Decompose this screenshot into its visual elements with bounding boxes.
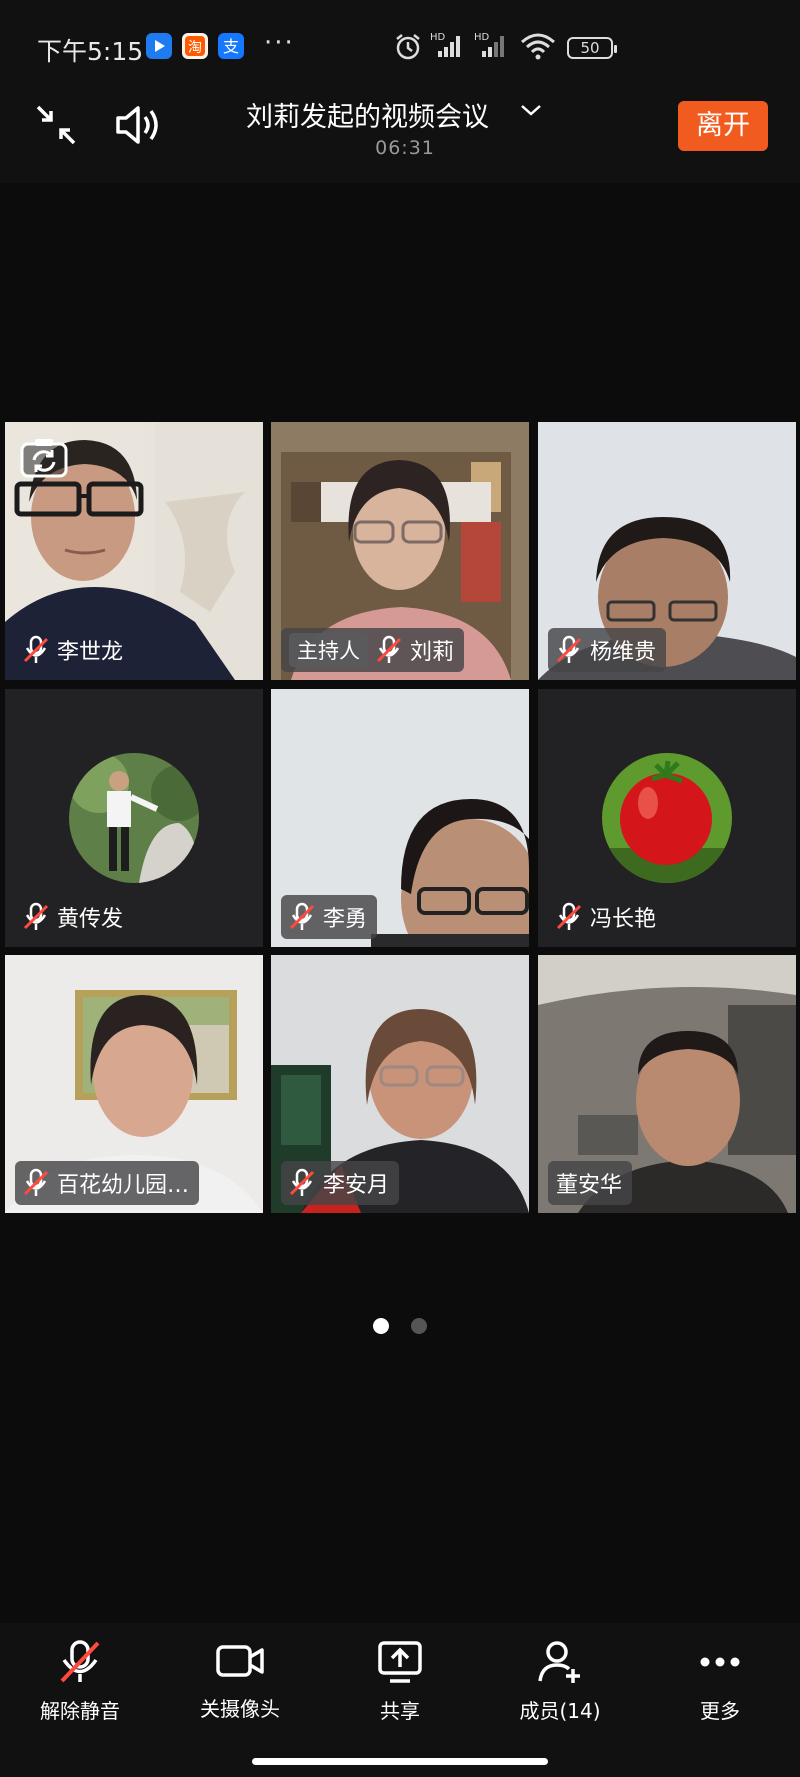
participant-tile[interactable]: 董安华 — [538, 955, 796, 1213]
leave-button[interactable]: 离开 — [678, 101, 768, 151]
page-dot[interactable] — [411, 1318, 427, 1334]
mic-off-icon — [23, 635, 49, 663]
participant-name-tag: 李安月 — [281, 1161, 400, 1205]
participant-name: 李勇 — [323, 907, 368, 932]
mic-off-icon — [556, 635, 582, 663]
battery-icon: 50 — [567, 37, 617, 59]
participant-name: 刘莉 — [410, 640, 455, 665]
participant-name: 董安华 — [556, 1173, 623, 1198]
participant-name-tag: 百花幼儿园… — [15, 1161, 200, 1205]
participant-tile[interactable]: 李世龙 — [5, 422, 263, 680]
flip-camera-icon[interactable] — [19, 436, 69, 480]
participant-name-tag: 李世龙 — [15, 628, 133, 672]
participant-name-tag: 冯长艳 — [548, 895, 666, 939]
status-bar: 下午5:15 淘 支 ··· HD HD 50 — [0, 0, 800, 95]
meeting-header: 刘莉发起的视频会议 06:31 离开 — [0, 95, 800, 183]
home-indicator[interactable] — [252, 1758, 548, 1765]
status-time: 下午5:15 — [37, 37, 144, 66]
participant-tile[interactable]: 冯长艳 — [538, 689, 796, 947]
participant-name-tag: 主持人 刘莉 — [281, 628, 465, 672]
participant-name-tag: 黄传发 — [15, 895, 133, 939]
status-more-icon: ··· — [264, 28, 295, 58]
page-dot-active[interactable] — [373, 1318, 389, 1334]
participant-tile[interactable]: 李勇 — [271, 689, 529, 947]
signal-hd-icon: HD — [430, 30, 466, 64]
add-member-icon — [538, 1641, 580, 1683]
more-button[interactable]: 更多 — [650, 1639, 790, 1724]
mic-off-icon — [289, 1168, 315, 1196]
alarm-icon — [393, 32, 423, 66]
participant-tile[interactable]: 黄传发 — [5, 689, 263, 947]
signal-hd-icon-2: HD — [474, 30, 510, 64]
unmute-button[interactable]: 解除静音 — [10, 1639, 150, 1724]
participant-tile[interactable]: 百花幼儿园… — [5, 955, 263, 1213]
members-label: 成员(14) — [519, 1699, 601, 1723]
meeting-title[interactable]: 刘莉发起的视频会议 — [246, 95, 489, 134]
participant-name: 李安月 — [323, 1173, 390, 1198]
share-button[interactable]: 共享 — [330, 1639, 470, 1724]
participant-tile[interactable]: 李安月 — [271, 955, 529, 1213]
screen-share-icon — [378, 1641, 422, 1683]
svg-text:HD: HD — [430, 32, 446, 43]
chevron-down-icon[interactable] — [520, 99, 542, 121]
mic-off-icon — [376, 635, 402, 663]
members-button[interactable]: 成员(14) — [490, 1639, 630, 1724]
participant-tile[interactable]: 主持人 刘莉 — [271, 422, 529, 680]
wifi-icon — [520, 32, 556, 64]
mic-off-icon — [60, 1640, 100, 1683]
host-badge: 主持人 — [289, 633, 368, 667]
svg-text:淘: 淘 — [188, 40, 202, 56]
participant-name: 黄传发 — [57, 907, 124, 932]
page-indicator — [0, 1318, 800, 1334]
unmute-label: 解除静音 — [40, 1699, 120, 1723]
more-label: 更多 — [700, 1699, 740, 1723]
participant-name-tag: 董安华 — [548, 1161, 633, 1205]
more-icon — [700, 1657, 740, 1667]
participant-name-tag: 李勇 — [281, 895, 378, 939]
avatar — [602, 753, 732, 883]
map-app-icon — [146, 33, 172, 59]
bottom-toolbar: 解除静音 关摄像头 共享 成员(14) 更多 — [0, 1623, 800, 1777]
camera-off-button[interactable]: 关摄像头 — [170, 1639, 310, 1722]
participant-name: 杨维贵 — [590, 640, 657, 665]
participant-name: 李世龙 — [57, 640, 124, 665]
svg-text:支: 支 — [223, 37, 239, 56]
video-camera-icon — [216, 1645, 264, 1677]
participant-name-tag: 杨维贵 — [548, 628, 667, 672]
camera-label: 关摄像头 — [200, 1697, 280, 1721]
mic-off-icon — [23, 1168, 49, 1196]
share-label: 共享 — [380, 1699, 420, 1723]
taobao-app-icon: 淘 — [182, 33, 208, 59]
svg-text:HD: HD — [474, 32, 490, 43]
participant-name: 百花幼儿园… — [57, 1173, 190, 1198]
mic-off-icon — [556, 902, 582, 930]
mic-off-icon — [23, 902, 49, 930]
alipay-app-icon: 支 — [218, 33, 244, 59]
mic-off-icon — [289, 902, 315, 930]
participant-name: 冯长艳 — [590, 907, 657, 932]
avatar — [69, 753, 199, 883]
participant-tile[interactable]: 杨维贵 — [538, 422, 796, 680]
